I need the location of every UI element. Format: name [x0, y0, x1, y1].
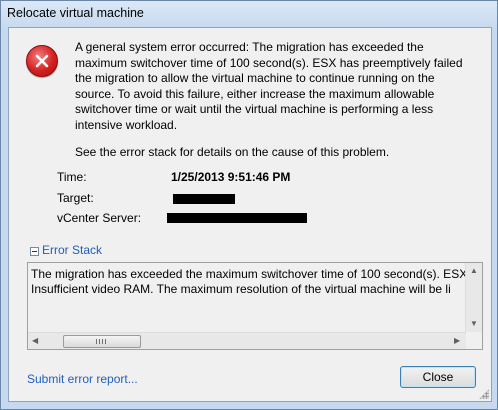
- window-title: Relocate virtual machine: [7, 6, 144, 20]
- error-stack-line: Insufficient video RAM. The maximum reso…: [31, 282, 451, 296]
- error-message-line: switchover time or wait until the virtua…: [75, 102, 434, 116]
- time-value: 1/25/2013 9:51:46 PM: [171, 170, 291, 184]
- resize-grip-icon[interactable]: [479, 389, 489, 399]
- scroll-right-icon[interactable]: ▶: [454, 337, 460, 345]
- scroll-left-icon[interactable]: ◀: [32, 337, 38, 345]
- scroll-thumb[interactable]: [63, 335, 141, 348]
- error-message-line: the migration to allow the virtual machi…: [75, 71, 435, 85]
- error-message-line: source. To avoid this failure, either in…: [75, 86, 435, 101]
- error-icon: [26, 45, 58, 77]
- scroll-corner: [466, 333, 482, 349]
- submit-error-report-link[interactable]: Submit error report...: [27, 372, 138, 386]
- horizontal-scrollbar[interactable]: ◀ ▶: [28, 332, 466, 349]
- error-stack-line: The migration has exceeded the maximum s…: [31, 267, 466, 281]
- error-message: A general system error occurred: The mig…: [75, 40, 480, 133]
- time-label: Time:: [57, 170, 87, 184]
- error-stack-textbox[interactable]: The migration has exceeded the maximum s…: [27, 262, 483, 350]
- error-message-line: A general system error occurred: The mig…: [75, 40, 424, 54]
- vcenter-value-redacted: [167, 213, 307, 223]
- dialog-window: Relocate virtual machine A general syste…: [0, 0, 498, 410]
- scroll-up-icon[interactable]: ▲: [470, 267, 478, 275]
- error-stack-toggle[interactable]: Error Stack: [42, 243, 102, 257]
- error-stack-text: The migration has exceeded the maximum s…: [31, 267, 466, 297]
- dialog-body: A general system error occurred: The mig…: [8, 27, 492, 402]
- title-bar[interactable]: Relocate virtual machine: [1, 1, 497, 27]
- target-value-redacted: [173, 194, 235, 204]
- vcenter-label: vCenter Server:: [57, 211, 142, 225]
- vertical-scrollbar[interactable]: ▲ ▼: [465, 263, 482, 332]
- scroll-down-icon[interactable]: ▼: [470, 320, 478, 328]
- error-message-line: intensive workload.: [75, 117, 178, 132]
- stack-hint-text: See the error stack for details on the c…: [75, 145, 390, 159]
- error-message-line: maximum switchover time of 100 second(s)…: [75, 55, 463, 70]
- grip-icon: [96, 339, 106, 344]
- collapse-toggle-icon[interactable]: [30, 247, 39, 256]
- close-button[interactable]: Close: [400, 366, 476, 388]
- target-label: Target:: [57, 191, 94, 205]
